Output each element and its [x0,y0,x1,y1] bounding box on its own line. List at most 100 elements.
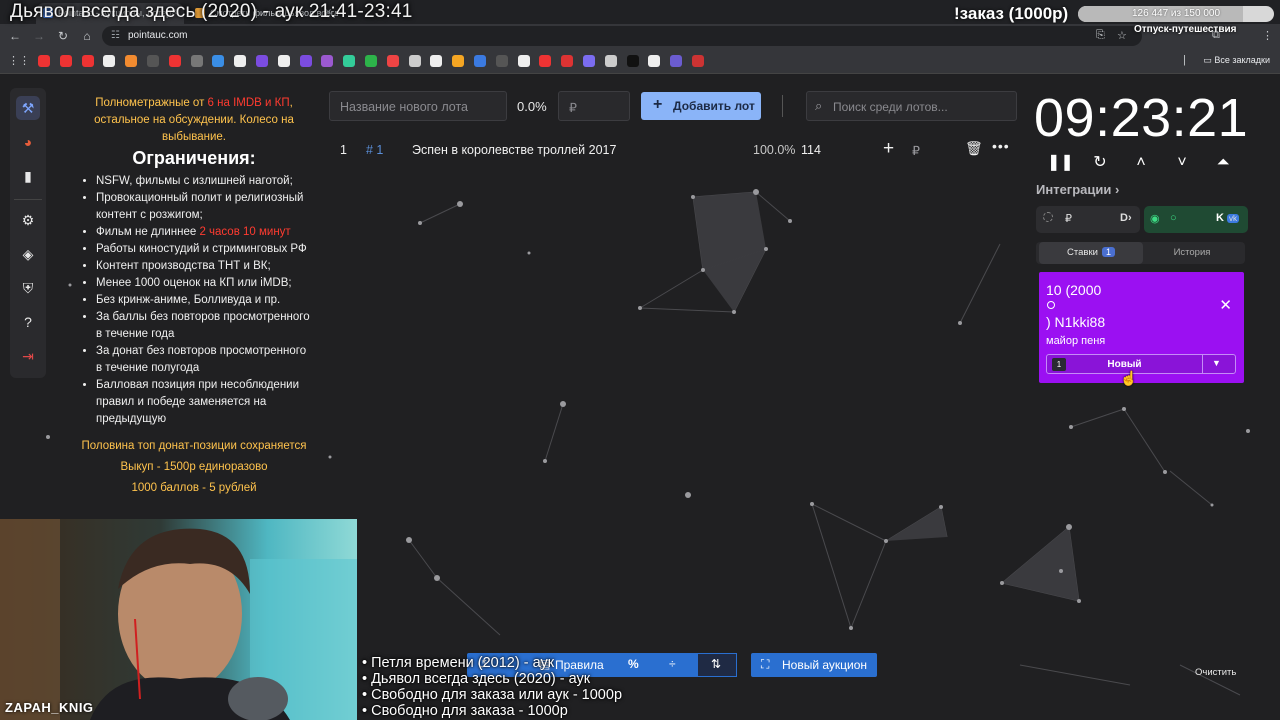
bookmark-favicon-icon[interactable] [583,55,595,67]
bookmark-favicon-icon[interactable] [626,55,639,67]
more-dots-icon[interactable]: ••• [992,138,1010,154]
help-icon[interactable]: ? [16,310,40,334]
new-auction-button[interactable]: ⛶ Новый аукцион [751,653,877,677]
bookmark-favicon-icon[interactable] [147,55,159,67]
add-lot-label: Добавить лот [673,99,755,113]
tab-history[interactable]: История [1140,242,1244,264]
lot-name-input[interactable]: Название нового лота [329,91,507,121]
bookmark-favicon-icon[interactable] [539,55,552,67]
delete-icon[interactable]: 🗑 [965,140,983,157]
bookmark-favicon-icon[interactable] [103,55,116,67]
queue-item: • Петля времени (2012) - аук [362,655,555,671]
bookmark-favicon-icon[interactable] [452,55,465,67]
bookmark-favicon-icon[interactable] [648,55,661,67]
lot-currency[interactable]: ₽ [912,143,920,158]
split-icon[interactable]: ÷ [669,657,676,671]
bookmark-favicon-icon[interactable] [81,55,94,67]
bookmark-favicon-icon[interactable] [125,55,138,67]
bookmark-favicon-icon[interactable] [517,55,530,67]
sidebar-divider [14,199,42,200]
percent-icon[interactable]: % [628,657,639,671]
integrations-header[interactable]: Интеграции › [1036,182,1119,197]
bookmark-favicon-icon[interactable] [256,55,268,67]
restart-icon[interactable]: ↻ [1088,151,1112,175]
dropdown-arrow-icon[interactable]: ▼ [1212,358,1221,368]
bid-message: майор пеня [1046,335,1106,347]
bid-card[interactable]: 10 (2000 ) N1kki88 майор пеня ✕ 1 Новый … [1039,272,1244,383]
chevron-down-icon[interactable]: ˅ [1170,151,1194,175]
bookmark-favicon-icon[interactable] [321,55,334,67]
lot-amount-input[interactable]: ₽ [558,91,630,121]
mouse-cursor-icon: ☝ [1120,370,1138,386]
star-icon[interactable]: ☆ [1117,29,1127,42]
bookmark-favicon-icon[interactable] [59,55,72,67]
bookmark-favicon-icon[interactable] [692,55,704,67]
plus-icon: + [653,96,663,113]
bookmark-favicon-icon[interactable] [495,55,508,67]
menu-dots-icon[interactable]: ⋮ [1262,29,1273,42]
bookmarks-bar: ⋮⋮ | ▭ Все закладки [0,48,1280,74]
bookmark-favicon-icon[interactable] [299,55,312,67]
bookmark-favicon-icon[interactable] [386,55,399,67]
lot-row: 1 # 1 Эспен в королевстве троллей 2017 1… [329,135,1019,165]
bookmark-favicon-icon[interactable] [604,55,617,67]
bookmark-favicon-icon[interactable] [343,55,356,67]
bookmark-favicon-icon[interactable] [561,55,574,67]
chevron-up-icon[interactable]: ˄ [1129,151,1153,175]
rule-item: Работы киностудий и стриминговых РФ [96,241,314,258]
lot-search-input[interactable]: ⌕ Поиск среди лотов... [806,91,1017,121]
status-circle-icon [1043,212,1053,222]
bookmark-favicon-icon[interactable] [168,55,181,67]
translate-icon[interactable]: ⎘ [1096,29,1105,42]
rule-item: Фильм не длиннее 2 часов 10 минут [96,224,314,241]
queue-item: • Дьявол всегда здесь (2020) - аук [362,671,591,687]
bookmark-favicon-icon[interactable] [670,55,683,67]
search-icon: ⌕ [815,98,823,113]
pause-icon[interactable]: ❚❚ [1047,151,1074,175]
add-lot-button[interactable]: + Добавить лот [641,92,761,120]
clear-button[interactable]: Очистить [1195,667,1236,678]
vk-badge-icon: vk [1227,214,1239,223]
bookmark-favicon-icon[interactable] [474,55,486,67]
double-up-icon[interactable]: ⏶ [1211,151,1235,175]
auction-hammer-icon[interactable]: ⚒ [16,96,40,120]
folder-icon: ▭ [1203,55,1215,65]
wheel-icon[interactable]: ◕ [16,130,40,154]
tab-bids[interactable]: Ставки 1 [1039,242,1143,264]
bookmark-favicon-icon[interactable] [190,55,203,67]
stats-icon[interactable]: ▮ [16,164,40,188]
apps-grid-icon[interactable]: ⋮⋮ [8,54,30,67]
settings-gear-icon[interactable]: ⚙ [16,208,40,232]
new-auction-icon: ⛶ [761,657,770,671]
tab-bids-count: 1 [1101,247,1115,257]
integration-twitch[interactable]: ◉ ○ K vk [1144,206,1248,233]
bookmark-favicon-icon[interactable] [38,55,50,67]
bookmark-favicon-icon[interactable] [234,55,247,67]
add-amount-icon[interactable]: + [883,138,894,160]
browser-toolbar: ← → ↻ ⌂ ☷ pointauc.com ⎘ ☆ ⧉ ⋮ [0,24,1280,48]
lot-amount[interactable]: 114 [801,143,821,157]
lot-name[interactable]: Эспен в королевстве троллей 2017 [412,143,616,157]
logout-icon[interactable]: ⇥ [16,344,40,368]
bookmark-favicon-icon[interactable] [430,55,443,67]
bookmark-favicon-icon[interactable] [365,55,377,67]
all-bookmarks-label: Все закладки [1214,55,1270,65]
footer-line: 1000 баллов - 5 рублей [131,482,257,494]
streamer-name: ZAPAH_KNIG [5,700,94,715]
integration-donatepay[interactable]: ₽ D› [1036,206,1140,233]
home-icon[interactable]: ⌂ [79,28,95,44]
tab-bids-label: Ставки [1067,247,1098,258]
layers-icon[interactable]: ◈ [16,242,40,266]
all-bookmarks-button[interactable]: ▭ Все закладки [1203,55,1270,66]
shield-icon[interactable]: ⛨ [16,276,40,300]
back-icon[interactable]: ← [7,28,23,44]
address-bar[interactable]: ☷ pointauc.com [102,26,1142,46]
close-icon[interactable]: ✕ [1219,296,1232,314]
reload-icon[interactable]: ↻ [55,28,71,44]
bookmark-favicon-icon[interactable] [212,55,225,67]
site-settings-icon[interactable]: ☷ [111,30,120,41]
bookmark-favicon-icon[interactable] [277,55,290,67]
forward-icon[interactable]: → [31,28,47,44]
bookmark-favicon-icon[interactable] [408,55,421,67]
bid-lot-select[interactable]: 1 Новый ▼ [1046,354,1236,374]
